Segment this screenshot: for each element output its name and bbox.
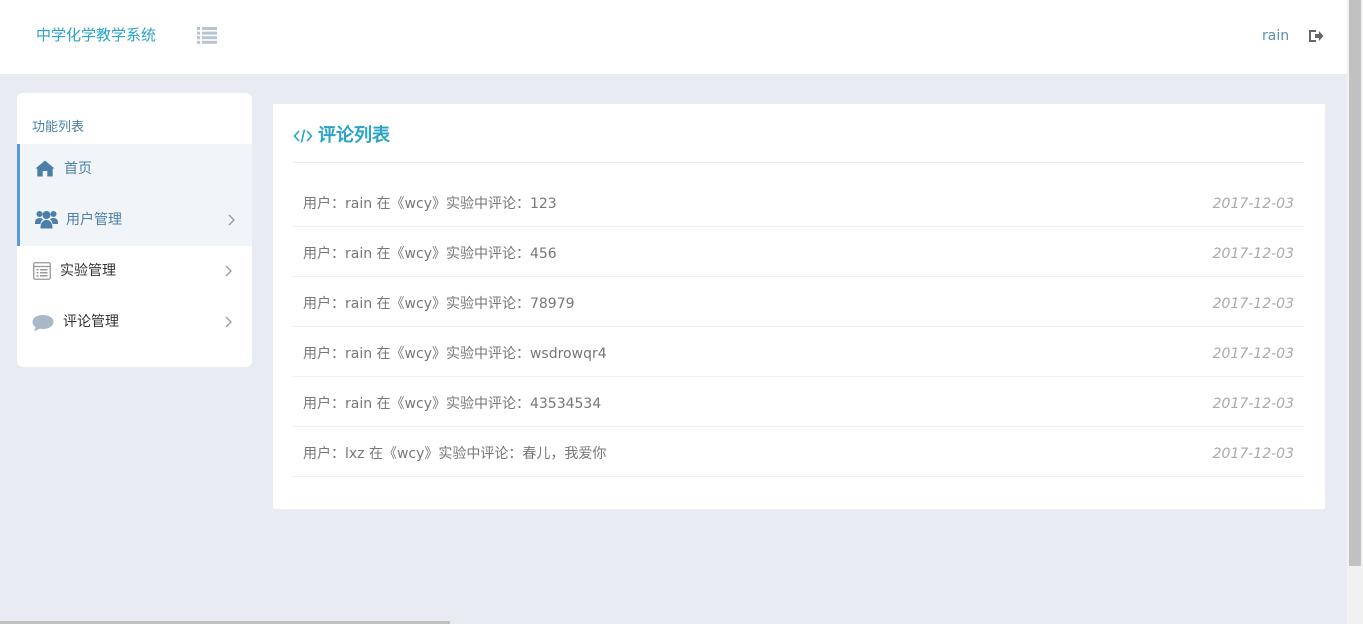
sidebar-item-label: 用户管理: [66, 212, 122, 228]
vertical-scrollbar[interactable]: [1347, 0, 1363, 624]
scrollbar-thumb[interactable]: [1349, 0, 1361, 566]
current-user-link[interactable]: rain: [1262, 27, 1289, 45]
comment-row[interactable]: 用户：lxz 在《wcy》实验中评论：春儿，我爱你 2017-12-03: [293, 427, 1304, 477]
comment-list: 用户：rain 在《wcy》实验中评论：123 2017-12-03 用户：ra…: [293, 177, 1304, 477]
list-alt-icon: [33, 262, 51, 280]
comment-date: 2017-12-03: [1212, 196, 1294, 212]
sidebar-item-label: 实验管理: [60, 263, 116, 279]
comment-panel: 评论列表 用户：rain 在《wcy》实验中评论：123 2017-12-03 …: [273, 104, 1325, 509]
code-icon: [293, 129, 313, 143]
comment-text: 用户：rain 在《wcy》实验中评论：43534534: [303, 396, 602, 412]
panel-header: 评论列表: [293, 104, 1304, 163]
sidebar-item-comments[interactable]: 评论管理: [17, 297, 252, 348]
comment-date: 2017-12-03: [1212, 446, 1294, 462]
brand-title[interactable]: 中学化学教学系统: [36, 25, 156, 45]
comment-date: 2017-12-03: [1212, 246, 1294, 262]
sidebar: 功能列表 首页 用户管理 实验管理 评论管理: [17, 93, 252, 367]
sidebar-item-experiments[interactable]: 实验管理: [17, 246, 252, 297]
page-title: 评论列表: [318, 125, 390, 146]
sidebar-item-label: 首页: [64, 161, 92, 177]
comment-text: 用户：rain 在《wcy》实验中评论：wsdrowqr4: [303, 346, 607, 362]
comment-text: 用户：rain 在《wcy》实验中评论：78979: [303, 296, 575, 312]
comment-text: 用户：rain 在《wcy》实验中评论：456: [303, 246, 557, 262]
comment-row[interactable]: 用户：rain 在《wcy》实验中评论：wsdrowqr4 2017-12-03: [293, 327, 1304, 377]
sign-out-icon[interactable]: [1308, 28, 1324, 44]
top-navbar: 中学化学教学系统 rain: [0, 0, 1347, 74]
home-icon: [35, 160, 55, 177]
sidebar-item-users[interactable]: 用户管理: [17, 195, 252, 246]
chevron-right-icon: [228, 214, 235, 226]
comment-icon: [32, 315, 54, 332]
sidebar-item-home[interactable]: 首页: [17, 144, 252, 195]
sidebar-item-label: 评论管理: [63, 314, 119, 330]
comment-date: 2017-12-03: [1212, 296, 1294, 312]
users-icon: [35, 211, 58, 229]
comment-row[interactable]: 用户：rain 在《wcy》实验中评论：123 2017-12-03: [293, 177, 1304, 227]
list-icon[interactable]: [197, 27, 217, 44]
comment-row[interactable]: 用户：rain 在《wcy》实验中评论：43534534 2017-12-03: [293, 377, 1304, 427]
comment-text: 用户：lxz 在《wcy》实验中评论：春儿，我爱你: [303, 446, 607, 462]
comment-date: 2017-12-03: [1212, 346, 1294, 362]
sidebar-title: 功能列表: [32, 120, 85, 135]
chevron-right-icon: [225, 265, 232, 277]
chevron-right-icon: [225, 316, 232, 328]
comment-text: 用户：rain 在《wcy》实验中评论：123: [303, 196, 557, 212]
comment-date: 2017-12-03: [1212, 396, 1294, 412]
comment-row[interactable]: 用户：rain 在《wcy》实验中评论：456 2017-12-03: [293, 227, 1304, 277]
comment-row[interactable]: 用户：rain 在《wcy》实验中评论：78979 2017-12-03: [293, 277, 1304, 327]
